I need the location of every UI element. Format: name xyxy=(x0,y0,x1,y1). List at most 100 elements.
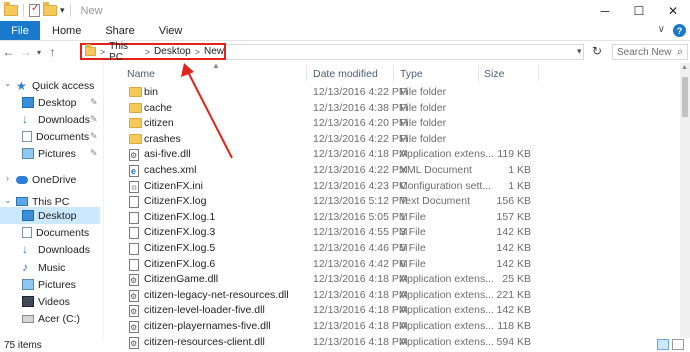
search-icon[interactable]: ⌕ xyxy=(677,46,683,59)
address-bar-field[interactable] xyxy=(226,44,584,60)
sidebar-item-onedrive[interactable]: OneDrive xyxy=(16,171,76,188)
chevron-right-icon[interactable]: › xyxy=(6,173,9,183)
chevron-right-icon[interactable]: > xyxy=(195,47,200,57)
file-type: File folder xyxy=(400,132,447,145)
file-date: 12/13/2016 4:18 PM xyxy=(313,304,408,317)
address-breadcrumb[interactable]: > This PC > Desktop > New xyxy=(80,41,226,63)
table-row[interactable]: caches.xml 12/13/2016 4:22 PMXML Document… xyxy=(120,163,690,178)
table-row[interactable]: CitizenFX.log.1 12/13/2016 5:05 PM 1 File 1… xyxy=(120,210,690,225)
column-divider[interactable] xyxy=(478,65,479,81)
breadcrumb-desktop[interactable]: Desktop xyxy=(154,46,191,57)
table-row[interactable]: CitizenFX.log 12/13/2016 5:12 PM Text Docu… xyxy=(120,194,690,209)
chevron-down-icon[interactable]: ⌄ xyxy=(4,195,12,206)
minimize-button[interactable]: ─ xyxy=(588,0,622,21)
refresh-button[interactable]: ↻ xyxy=(592,44,602,58)
maximize-button[interactable]: ☐ xyxy=(622,0,656,21)
expand-ribbon-icon[interactable]: ∨ xyxy=(658,24,665,37)
tab-home[interactable]: Home xyxy=(40,21,93,40)
ribbon-tabs: File Home Share View ∨ ? xyxy=(0,21,690,41)
up-button[interactable]: ↑ xyxy=(44,45,61,59)
chevron-right-icon[interactable]: > xyxy=(145,47,150,57)
scrollbar-thumb[interactable] xyxy=(682,77,688,117)
recent-locations-button[interactable]: ▾ xyxy=(34,48,44,57)
table-row[interactable]: crashes 12/13/2016 4:22 PM File folder xyxy=(120,132,690,147)
tab-file[interactable]: File xyxy=(0,21,40,40)
downloads-icon: ↓ xyxy=(22,112,28,126)
table-row[interactable]: citizen-level-loader-five.dll 12/13/2016 … xyxy=(120,303,690,318)
details-view-icon[interactable] xyxy=(657,339,669,350)
file-name: citizen-level-loader-five.dll xyxy=(144,304,265,317)
sidebar-item-label: Desktop xyxy=(38,96,77,109)
sidebar-item-label: Downloads xyxy=(38,113,90,126)
chevron-down-icon[interactable]: ⌄ xyxy=(4,78,12,89)
table-row[interactable]: citizen 12/13/2016 4:20 PM File folder xyxy=(120,116,690,131)
file-name: bin xyxy=(144,86,159,98)
sidebar-item-pc-videos[interactable]: Videos xyxy=(22,293,70,310)
back-button[interactable]: ← xyxy=(0,45,17,59)
search-box[interactable]: Search New ⌕ xyxy=(612,44,688,60)
column-divider[interactable] xyxy=(393,65,394,81)
column-header-type[interactable]: Type xyxy=(400,68,423,80)
column-header-size[interactable]: Size xyxy=(484,68,504,80)
search-input[interactable]: Search New xyxy=(617,47,671,58)
pictures-icon xyxy=(22,279,34,290)
pin-icon: ✎ xyxy=(90,97,98,107)
breadcrumb-new[interactable]: New xyxy=(204,46,224,57)
customize-toolbar-icon[interactable]: ▾ xyxy=(60,5,65,16)
table-row[interactable]: citizen-legacy-net-resources.dll 12/13/20… xyxy=(120,288,690,303)
dll-file-icon xyxy=(129,274,139,287)
column-divider[interactable] xyxy=(538,65,539,81)
table-row[interactable]: CitizenFX.log.6 12/13/2016 4:42 PM 6 File 1… xyxy=(120,257,690,272)
sidebar-item-pc-drive-c[interactable]: Acer (C:) xyxy=(22,310,80,327)
sidebar-item-pc-downloads[interactable]: ↓ Downloads xyxy=(22,241,90,258)
file-date: 12/13/2016 4:22 PM xyxy=(313,132,408,145)
table-row[interactable]: CitizenFX.log.5 12/13/2016 4:46 PM 5 File 1… xyxy=(120,241,690,256)
forward-button[interactable]: → xyxy=(17,45,34,59)
table-row[interactable]: citizen-playernames-five.dll 12/13/2016 4… xyxy=(120,319,690,334)
computer-icon xyxy=(16,197,28,206)
tab-share[interactable]: Share xyxy=(93,21,146,40)
column-divider[interactable] xyxy=(306,65,307,81)
file-size: 142 KB xyxy=(496,304,531,317)
sidebar-item-quick-access[interactable]: ★ Quick access xyxy=(16,77,94,94)
window-title: New xyxy=(80,4,103,17)
file-date: 12/13/2016 4:20 PM xyxy=(313,117,408,130)
sidebar-item-pc-music[interactable]: ♪ Music xyxy=(22,259,65,276)
pin-icon: ✎ xyxy=(90,131,98,141)
properties-icon[interactable] xyxy=(29,3,40,17)
file-date: 12/13/2016 4:18 PM xyxy=(313,320,408,332)
vertical-scrollbar[interactable]: ▲ xyxy=(680,63,690,338)
file-type: 3 File xyxy=(400,226,426,239)
text-file-icon xyxy=(129,243,139,255)
file-date: 12/13/2016 4:22 PM xyxy=(313,86,408,98)
pin-icon: ✎ xyxy=(90,114,98,124)
new-folder-icon[interactable] xyxy=(43,2,57,16)
table-row[interactable]: CitizenGame.dll12/13/2016 4:18 PMApplica… xyxy=(120,272,690,287)
sidebar-item-pc-pictures[interactable]: Pictures xyxy=(22,276,76,293)
scroll-up-icon[interactable]: ▲ xyxy=(681,64,688,71)
folder-icon xyxy=(85,44,96,56)
column-header-date[interactable]: Date modified xyxy=(313,68,378,80)
table-row[interactable]: asi-five.dll12/13/2016 4:18 PMApplicatio… xyxy=(120,147,690,162)
help-icon[interactable]: ? xyxy=(673,24,686,37)
sidebar-item-pc-documents[interactable]: Documents xyxy=(22,224,89,241)
column-header-name[interactable]: Name xyxy=(127,68,155,80)
address-dropdown-icon[interactable]: ▾ xyxy=(577,46,582,57)
close-button[interactable]: ✕ xyxy=(656,0,690,21)
file-name: CitizenFX.log.3 xyxy=(144,226,216,239)
chevron-right-icon[interactable]: > xyxy=(100,47,105,57)
breadcrumb-this-pc[interactable]: This PC xyxy=(109,41,141,63)
table-row[interactable]: cache 12/13/2016 4:38 PM File folder xyxy=(120,101,690,116)
table-row[interactable]: CitizenFX.log.3 12/13/2016 4:55 PM 3 File 1… xyxy=(120,225,690,240)
large-icons-view-icon[interactable] xyxy=(672,339,684,350)
file-size: 1 KB xyxy=(508,179,531,192)
sidebar-item-pc-desktop[interactable]: Desktop xyxy=(0,207,100,224)
file-name: CitizenFX.log.6 xyxy=(144,257,216,270)
table-row[interactable]: CitizenFX.ini12/13/2016 4:23 PMConfigura… xyxy=(120,179,690,194)
tab-view[interactable]: View xyxy=(147,21,195,40)
table-row[interactable]: bin 12/13/2016 4:22 PM File folder xyxy=(120,85,690,100)
file-date: 12/13/2016 4:18 PM xyxy=(313,148,408,161)
folder-icon xyxy=(4,2,18,16)
folder-icon xyxy=(129,87,142,97)
file-type: 5 File xyxy=(400,242,426,254)
